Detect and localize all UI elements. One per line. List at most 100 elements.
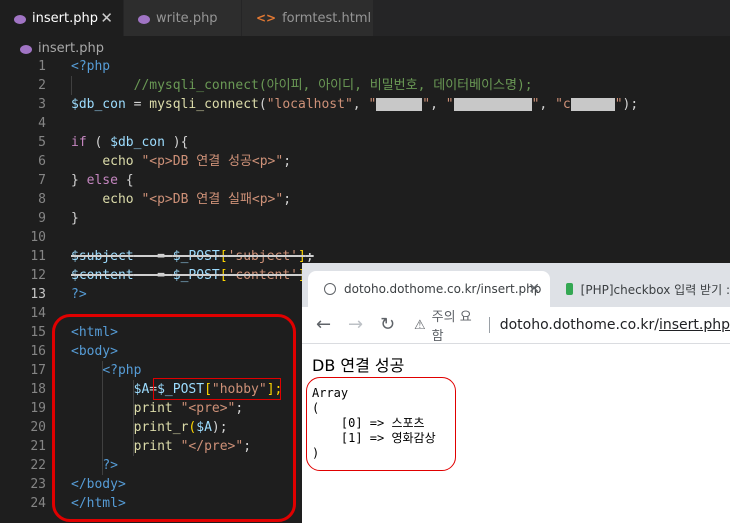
brace: } (71, 173, 87, 188)
browser-toolbar: ← → ↻ ⚠ 주의 요함 dotoho.dothome.co.kr/inser… (302, 307, 730, 344)
line-number: 12 (30, 268, 46, 283)
string: "localhost" (266, 97, 353, 112)
chat-icon (566, 283, 573, 295)
variable: $content (71, 268, 134, 283)
tab-formtest-html[interactable]: <> formtest.html (242, 0, 374, 36)
semicolon: ; (283, 154, 292, 169)
line-number: 20 (30, 420, 46, 435)
line-number: 15 (30, 325, 46, 340)
php-icon (138, 14, 150, 24)
line-number: 22 (30, 458, 46, 473)
paren: ); (622, 97, 639, 112)
keyword: if (71, 135, 87, 150)
line-number: 23 (30, 477, 46, 492)
tab-label: insert.php (32, 10, 98, 26)
line-number: 9 (38, 211, 46, 226)
line-number: 6 (38, 154, 46, 169)
tab-label: write.php (156, 10, 218, 26)
close-icon[interactable]: ✕ (100, 9, 113, 27)
variable: $subject (71, 249, 134, 264)
brace: { (117, 173, 134, 188)
string-quote: " (445, 97, 454, 112)
line-number: 1 (38, 59, 46, 74)
string: 'subject' (227, 249, 299, 264)
line-number: 14 (30, 306, 46, 321)
forward-arrow-icon[interactable]: → (348, 314, 363, 335)
string: "<p>DB 연결 성공<p>" (141, 154, 284, 169)
tab-label: formtest.html (282, 10, 372, 26)
close-icon[interactable]: ✕ (528, 281, 540, 297)
comma: , (430, 97, 446, 112)
line-number: 19 (30, 401, 46, 416)
paren: ( (258, 97, 267, 112)
keyword: else (86, 173, 118, 188)
line-number: 24 (30, 496, 46, 511)
browser-tab-label: [PHP]checkbox 입력 받기 : (580, 282, 730, 297)
tab-write-php[interactable]: write.php (124, 0, 242, 36)
code-line-6: echo "<p>DB 연결 성공<p>"; (71, 152, 730, 171)
string-quote: " (368, 97, 377, 112)
breadcrumb[interactable]: insert.php (20, 38, 104, 58)
security-warning-label[interactable]: 주의 요함 (432, 306, 479, 344)
paren: ){ (164, 135, 189, 150)
line-number: 2 (38, 78, 46, 93)
back-arrow-icon[interactable]: ← (316, 314, 331, 335)
tab-insert-php[interactable]: insert.php ✕ (0, 0, 124, 36)
semicolon: ; (283, 192, 292, 207)
php-icon (20, 44, 32, 54)
comma: , (352, 97, 369, 112)
redacted-box (453, 98, 532, 111)
line-number: 17 (30, 363, 46, 378)
variable: $db_con (110, 135, 165, 150)
code-line-1: <?php (71, 57, 730, 76)
string-quote: " (422, 97, 431, 112)
line-number-gutter: 1 2 3 4 5 6 7 8 9 10 11 12 13 14 15 16 1… (0, 57, 46, 513)
browser-window: dotoho.dothome.co.kr/insert.php ✕ [PHP]c… (302, 263, 730, 523)
redacted-box (570, 98, 615, 111)
reload-icon[interactable]: ↻ (380, 314, 395, 335)
line-number: 7 (38, 173, 46, 188)
line-number: 16 (30, 344, 46, 359)
php-icon (14, 14, 26, 24)
operator: = (125, 97, 150, 112)
address-separator (488, 317, 490, 333)
variable: $_POST (172, 268, 220, 283)
php-close-tag: ?> (71, 287, 87, 302)
code-line-8: echo "<p>DB 연결 실패<p>"; (71, 190, 730, 209)
brace: } (71, 211, 79, 226)
annotation-box-output (306, 377, 456, 471)
line-number: 5 (38, 135, 46, 150)
operator: = (133, 249, 173, 264)
comma: , (539, 97, 556, 112)
address-bar[interactable]: ⚠ 주의 요함 dotoho.dothome.co.kr/insert.php (414, 310, 730, 344)
html-icon: <> (256, 11, 277, 25)
line-number: 10 (30, 230, 46, 245)
url-host: dotoho.dothome.co.kr/ (499, 317, 659, 333)
editor-tab-bar: insert.php ✕ write.php <> formtest.html (0, 0, 730, 36)
line-number: 8 (38, 192, 46, 207)
warning-icon[interactable]: ⚠ (414, 318, 426, 333)
variable: $_POST (172, 249, 220, 264)
line-number: 4 (38, 116, 46, 131)
code-line-5: if ( $db_con ){ (71, 133, 730, 152)
breadcrumb-file: insert.php (38, 40, 104, 56)
url-path: insert.php (658, 317, 730, 333)
keyword: echo (102, 154, 134, 169)
annotation-box-code (52, 314, 296, 522)
line-number: 18 (30, 382, 46, 397)
line-number: 3 (38, 97, 46, 112)
code-line-3: $db_con = mysqli_connect("localhost", " "… (71, 95, 730, 114)
browser-tab-insert[interactable]: dotoho.dothome.co.kr/insert.php ✕ (308, 271, 550, 307)
code-line-9: } (71, 209, 730, 228)
browser-tab-strip: dotoho.dothome.co.kr/insert.php ✕ [PHP]c… (302, 263, 730, 307)
line-number-current: 13 (30, 287, 46, 302)
line-number: 11 (30, 249, 46, 264)
keyword: echo (102, 192, 134, 207)
annotation-box-post-hobby (153, 378, 281, 400)
redacted-box (376, 98, 423, 111)
string: "<p>DB 연결 실패<p>" (141, 192, 284, 207)
url-text[interactable]: dotoho.dothome.co.kr/insert.php (500, 317, 730, 333)
browser-tab-checkbox[interactable]: [PHP]checkbox 입력 받기 : (550, 271, 730, 307)
